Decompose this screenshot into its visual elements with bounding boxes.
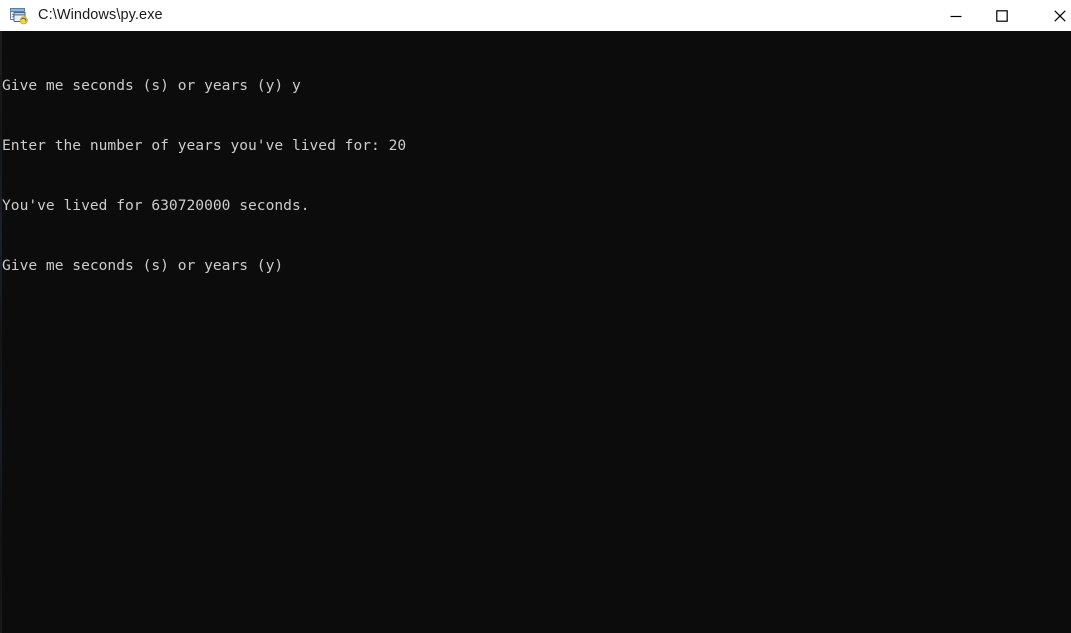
title-bar-drag-region[interactable] (163, 0, 933, 31)
console-line: Give me seconds (s) or years (y) y (2, 77, 301, 94)
maximize-button[interactable] (979, 0, 1025, 31)
maximize-icon (996, 9, 1008, 22)
console-text: Give me seconds (s) or years (y) y Enter… (2, 31, 406, 316)
close-button[interactable] (1025, 0, 1071, 31)
close-icon (1054, 9, 1066, 22)
minimize-button[interactable] (933, 0, 979, 31)
window-title: C:\Windows\py.exe (38, 7, 163, 23)
console-window: C:\Windows\py.exe Give me seconds (s) or… (0, 0, 1071, 633)
python-console-icon (9, 6, 29, 26)
title-bar-left: C:\Windows\py.exe (0, 0, 163, 31)
title-bar[interactable]: C:\Windows\py.exe (0, 0, 1071, 31)
window-controls (933, 0, 1071, 31)
minimize-icon (950, 10, 962, 22)
console-line: Give me seconds (s) or years (y) (2, 257, 284, 274)
console-line: You've lived for 630720000 seconds. (2, 197, 310, 214)
console-output-area[interactable]: Give me seconds (s) or years (y) y Enter… (0, 31, 1071, 633)
console-line: Enter the number of years you've lived f… (2, 137, 407, 154)
